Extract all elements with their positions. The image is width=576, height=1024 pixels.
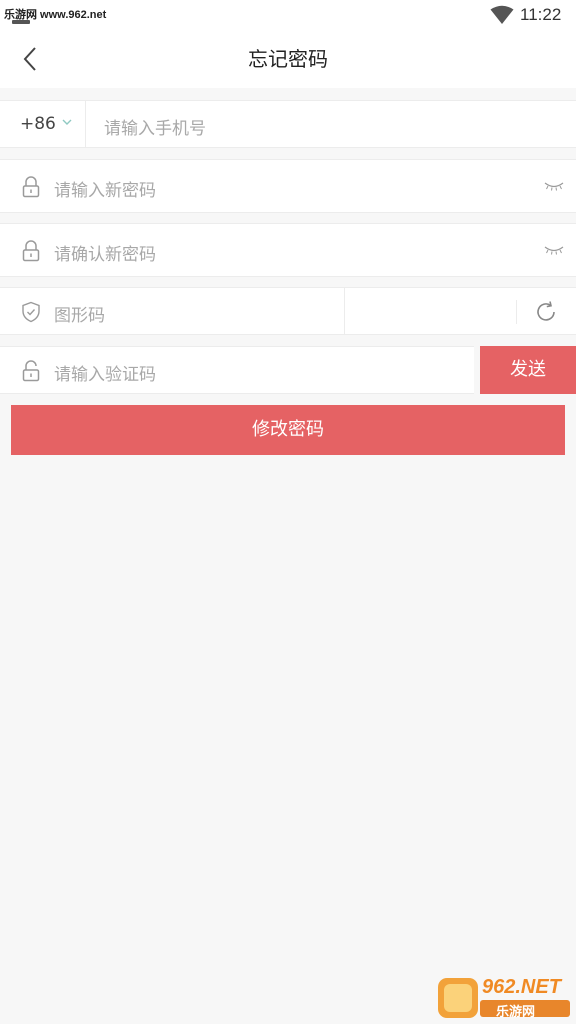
lock-icon [22,176,40,198]
watermark-brand: 962.NET [482,976,561,998]
clock: 11:22 [520,5,562,24]
navigation-bar: 忘记密码 [0,30,576,88]
change-password-button[interactable]: 修改密码 [11,405,565,455]
refresh-divider [516,300,517,324]
send-code-button[interactable]: 发送 [480,346,576,394]
new-password-input[interactable]: 请输入新密码 [54,176,156,201]
status-bar: 乐游网 www.962.net 11:22 [0,0,576,30]
refresh-icon[interactable] [534,300,558,324]
back-button[interactable] [16,44,46,74]
watermark-logo: 962.NET 乐游网 [436,976,572,1020]
wifi-icon [490,5,514,24]
chevron-down-icon [62,119,72,125]
captcha-image[interactable] [345,288,515,334]
captcha-row: 图形码 [0,287,576,335]
confirm-password-input[interactable]: 请确认新密码 [54,240,156,265]
notification-icon [12,20,30,24]
captcha-input[interactable]: 图形码 [54,301,105,326]
lock-icon [22,240,40,262]
new-password-row: 请输入新密码 [0,159,576,213]
confirm-password-row: 请确认新密码 [0,223,576,277]
eye-closed-icon[interactable] [544,180,564,192]
phone-row: +86 请输入手机号 [0,100,576,148]
page-title: 忘记密码 [248,47,328,71]
phone-input[interactable]: 请输入手机号 [104,114,206,139]
back-arrow-icon [23,47,36,71]
country-code-value: +86 [20,114,56,134]
eye-closed-icon[interactable] [544,244,564,256]
watermark-name: 乐游网 [496,1005,536,1020]
sms-code-input[interactable]: 请输入验证码 [54,360,156,385]
shield-check-icon [22,301,40,323]
lock-icon [22,360,40,382]
sms-code-row: 请输入验证码 [0,346,474,394]
country-code-select[interactable]: +86 [0,101,86,147]
